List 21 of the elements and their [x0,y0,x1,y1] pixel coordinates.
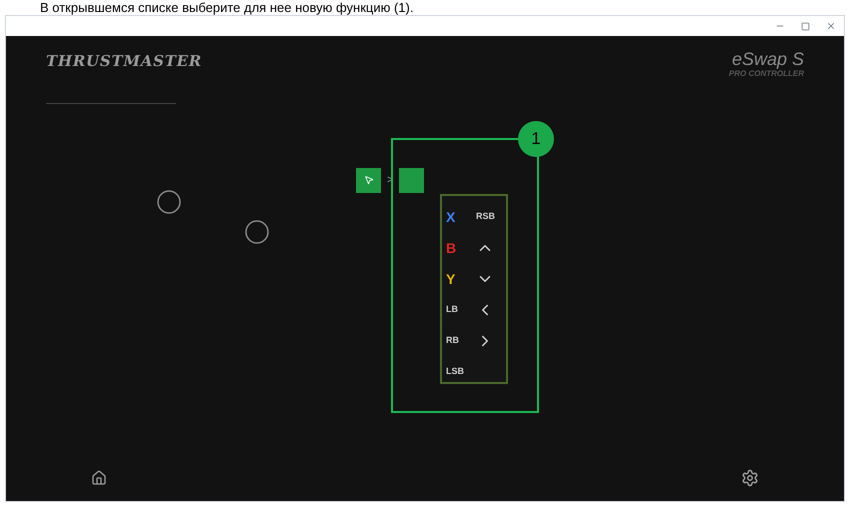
brand-logo: THRUSTMASTER [46,51,202,72]
maximize-icon[interactable] [801,22,810,30]
mapping-button[interactable] [356,168,381,192]
menu-item[interactable]: Y [446,264,476,294]
product-logo: eSwap S [732,50,804,68]
menu-item[interactable]: B [446,232,476,264]
callout-badge: 1 [518,120,554,156]
caption: В открывшемся списке выберите для нее новую функцию (1). [39,0,414,15]
close-icon[interactable] [826,21,836,31]
stick-circle-icon [156,188,182,214]
menu-item[interactable]: LSB [446,356,476,388]
menu-item[interactable]: LB [446,294,476,326]
menu-item[interactable]: RB [446,326,476,356]
menu-item[interactable]: X [446,202,476,232]
stick-circle-icon [244,218,270,244]
cursor-icon [364,175,374,185]
home-icon[interactable] [91,470,107,486]
mapping-button[interactable] [399,168,424,192]
product-subtitle: PRO CONTROLLER [728,69,804,80]
menu-item[interactable]: RSB [476,202,506,232]
settings-icon[interactable] [741,469,759,487]
